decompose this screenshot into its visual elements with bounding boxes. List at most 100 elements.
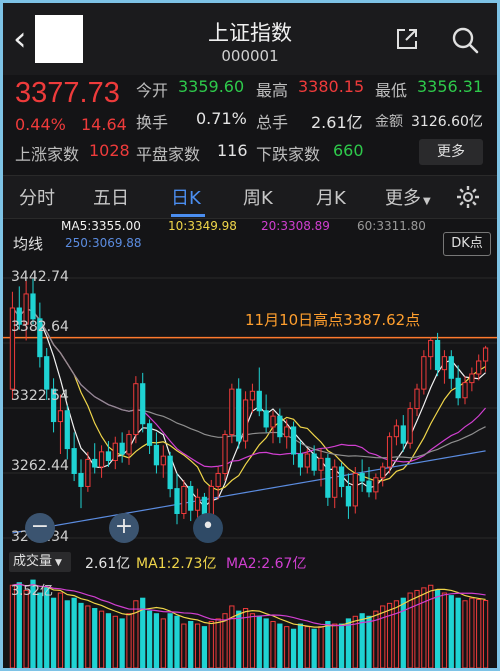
volume-bar <box>421 587 427 668</box>
candle <box>85 458 91 487</box>
volume-bar <box>78 602 84 668</box>
candle <box>119 442 125 455</box>
ma60-line <box>11 307 486 459</box>
volume-bar <box>249 613 256 668</box>
tab-weekly-k[interactable]: 周K <box>243 184 273 210</box>
volume-bar <box>98 610 105 668</box>
volume-indicator-tab[interactable]: 成交量 ▼ <box>9 552 71 572</box>
candle <box>215 472 221 487</box>
candle <box>448 356 454 379</box>
candle <box>414 388 420 410</box>
volume-bar <box>290 628 297 668</box>
stat-value-amount: 3126.60亿 <box>411 114 483 130</box>
candle <box>153 444 160 466</box>
tab-more[interactable]: 更多 ▼ <box>385 184 431 210</box>
stat-value-open: 3359.60 <box>178 77 245 96</box>
zoom-out-button[interactable]: − <box>25 513 55 543</box>
candle <box>236 388 242 442</box>
volume-bar <box>311 628 317 668</box>
volume-bar <box>393 600 400 668</box>
last-price: 3377.73 <box>15 77 120 109</box>
candle <box>146 423 153 446</box>
candle <box>325 457 331 498</box>
change-value: 14.64 <box>81 115 127 134</box>
candle <box>476 360 482 375</box>
volume-tab-label: 成交量 <box>13 554 53 569</box>
candle <box>455 377 461 399</box>
tab-more-label: 更多 <box>385 188 421 209</box>
stat-value-turnover: 0.71% <box>196 109 247 128</box>
tab-intraday[interactable]: 分时 <box>19 184 55 210</box>
share-icon[interactable] <box>395 27 419 51</box>
tab-monthly-k[interactable]: 月K <box>316 184 346 210</box>
volume-bar <box>194 623 201 668</box>
candle <box>126 434 132 455</box>
stat-label-amount: 金额 <box>375 114 403 130</box>
candle <box>462 382 468 399</box>
candle <box>188 485 194 511</box>
stat-value-high: 3380.15 <box>298 77 365 96</box>
candle <box>222 434 228 474</box>
candle <box>256 390 262 412</box>
volume-bar <box>284 626 290 668</box>
more-button[interactable]: 更多 <box>419 139 483 165</box>
volume-bar <box>146 610 153 668</box>
candle <box>297 453 304 468</box>
tab-daily-k[interactable]: 日K <box>171 184 201 210</box>
volume-bar <box>441 592 448 668</box>
volume-bar <box>469 597 475 668</box>
stat-label-high: 最高 <box>256 81 289 100</box>
stat-label-open: 今开 <box>136 81 169 100</box>
period-tabs: 分时 五日 日K 周K 月K 更多 ▼ <box>3 175 497 219</box>
volume-bar <box>236 610 242 668</box>
stat-label-volume: 总手 <box>256 113 289 132</box>
volume-bar <box>270 620 276 668</box>
candle <box>366 480 372 493</box>
candle <box>277 415 283 438</box>
volume-bar <box>366 615 372 668</box>
volume-bar <box>256 615 262 668</box>
volume-bar <box>318 626 324 668</box>
breadth-label-down: 下跌家数 <box>256 145 321 164</box>
page-title: 上证指数 <box>208 21 292 45</box>
change-percent: 0.44% <box>15 115 66 134</box>
candle <box>160 455 166 466</box>
breadth-value-flat: 116 <box>217 141 248 160</box>
candle <box>78 472 84 487</box>
volume-bar <box>85 605 91 668</box>
caret-down-icon: ▼ <box>423 196 431 207</box>
gear-icon[interactable] <box>455 184 481 210</box>
dk-point-button[interactable]: DK点 <box>443 232 491 256</box>
candle <box>64 410 70 450</box>
candle <box>44 356 50 390</box>
candle <box>30 293 36 320</box>
stat-value-volume: 2.61亿 <box>311 113 363 132</box>
search-icon[interactable] <box>450 25 480 55</box>
candle <box>352 472 358 507</box>
crosshair-button[interactable]: • <box>193 513 223 543</box>
y-tick-label: 3442.74 <box>11 269 69 285</box>
volume-bar <box>105 613 112 668</box>
volume-bar <box>160 618 166 668</box>
volume-chart[interactable] <box>3 575 497 668</box>
candle <box>380 466 386 479</box>
kline-chart[interactable] <box>3 260 497 550</box>
volume-bar <box>64 600 70 668</box>
candle <box>434 339 441 371</box>
volume-bar <box>133 600 139 668</box>
y-tick-label: 3262.44 <box>11 458 69 474</box>
volume-bar <box>201 626 208 668</box>
candle <box>105 451 112 461</box>
volume-bar <box>332 623 338 668</box>
ma5-legend: MA5:3355.00 <box>61 219 141 233</box>
volume-bar <box>174 615 180 668</box>
indicator-ma-button[interactable]: 均线 <box>13 233 43 254</box>
candle <box>469 373 475 384</box>
candle <box>167 455 173 490</box>
candle <box>249 390 256 401</box>
app-window: ‹ 上证指数 000001 3377.73 0.44% 14.64 今开 335… <box>3 3 497 668</box>
candle <box>57 410 64 423</box>
zoom-in-button[interactable]: + <box>109 513 139 543</box>
volume-bar <box>119 618 125 668</box>
tab-five-day[interactable]: 五日 <box>93 184 129 210</box>
